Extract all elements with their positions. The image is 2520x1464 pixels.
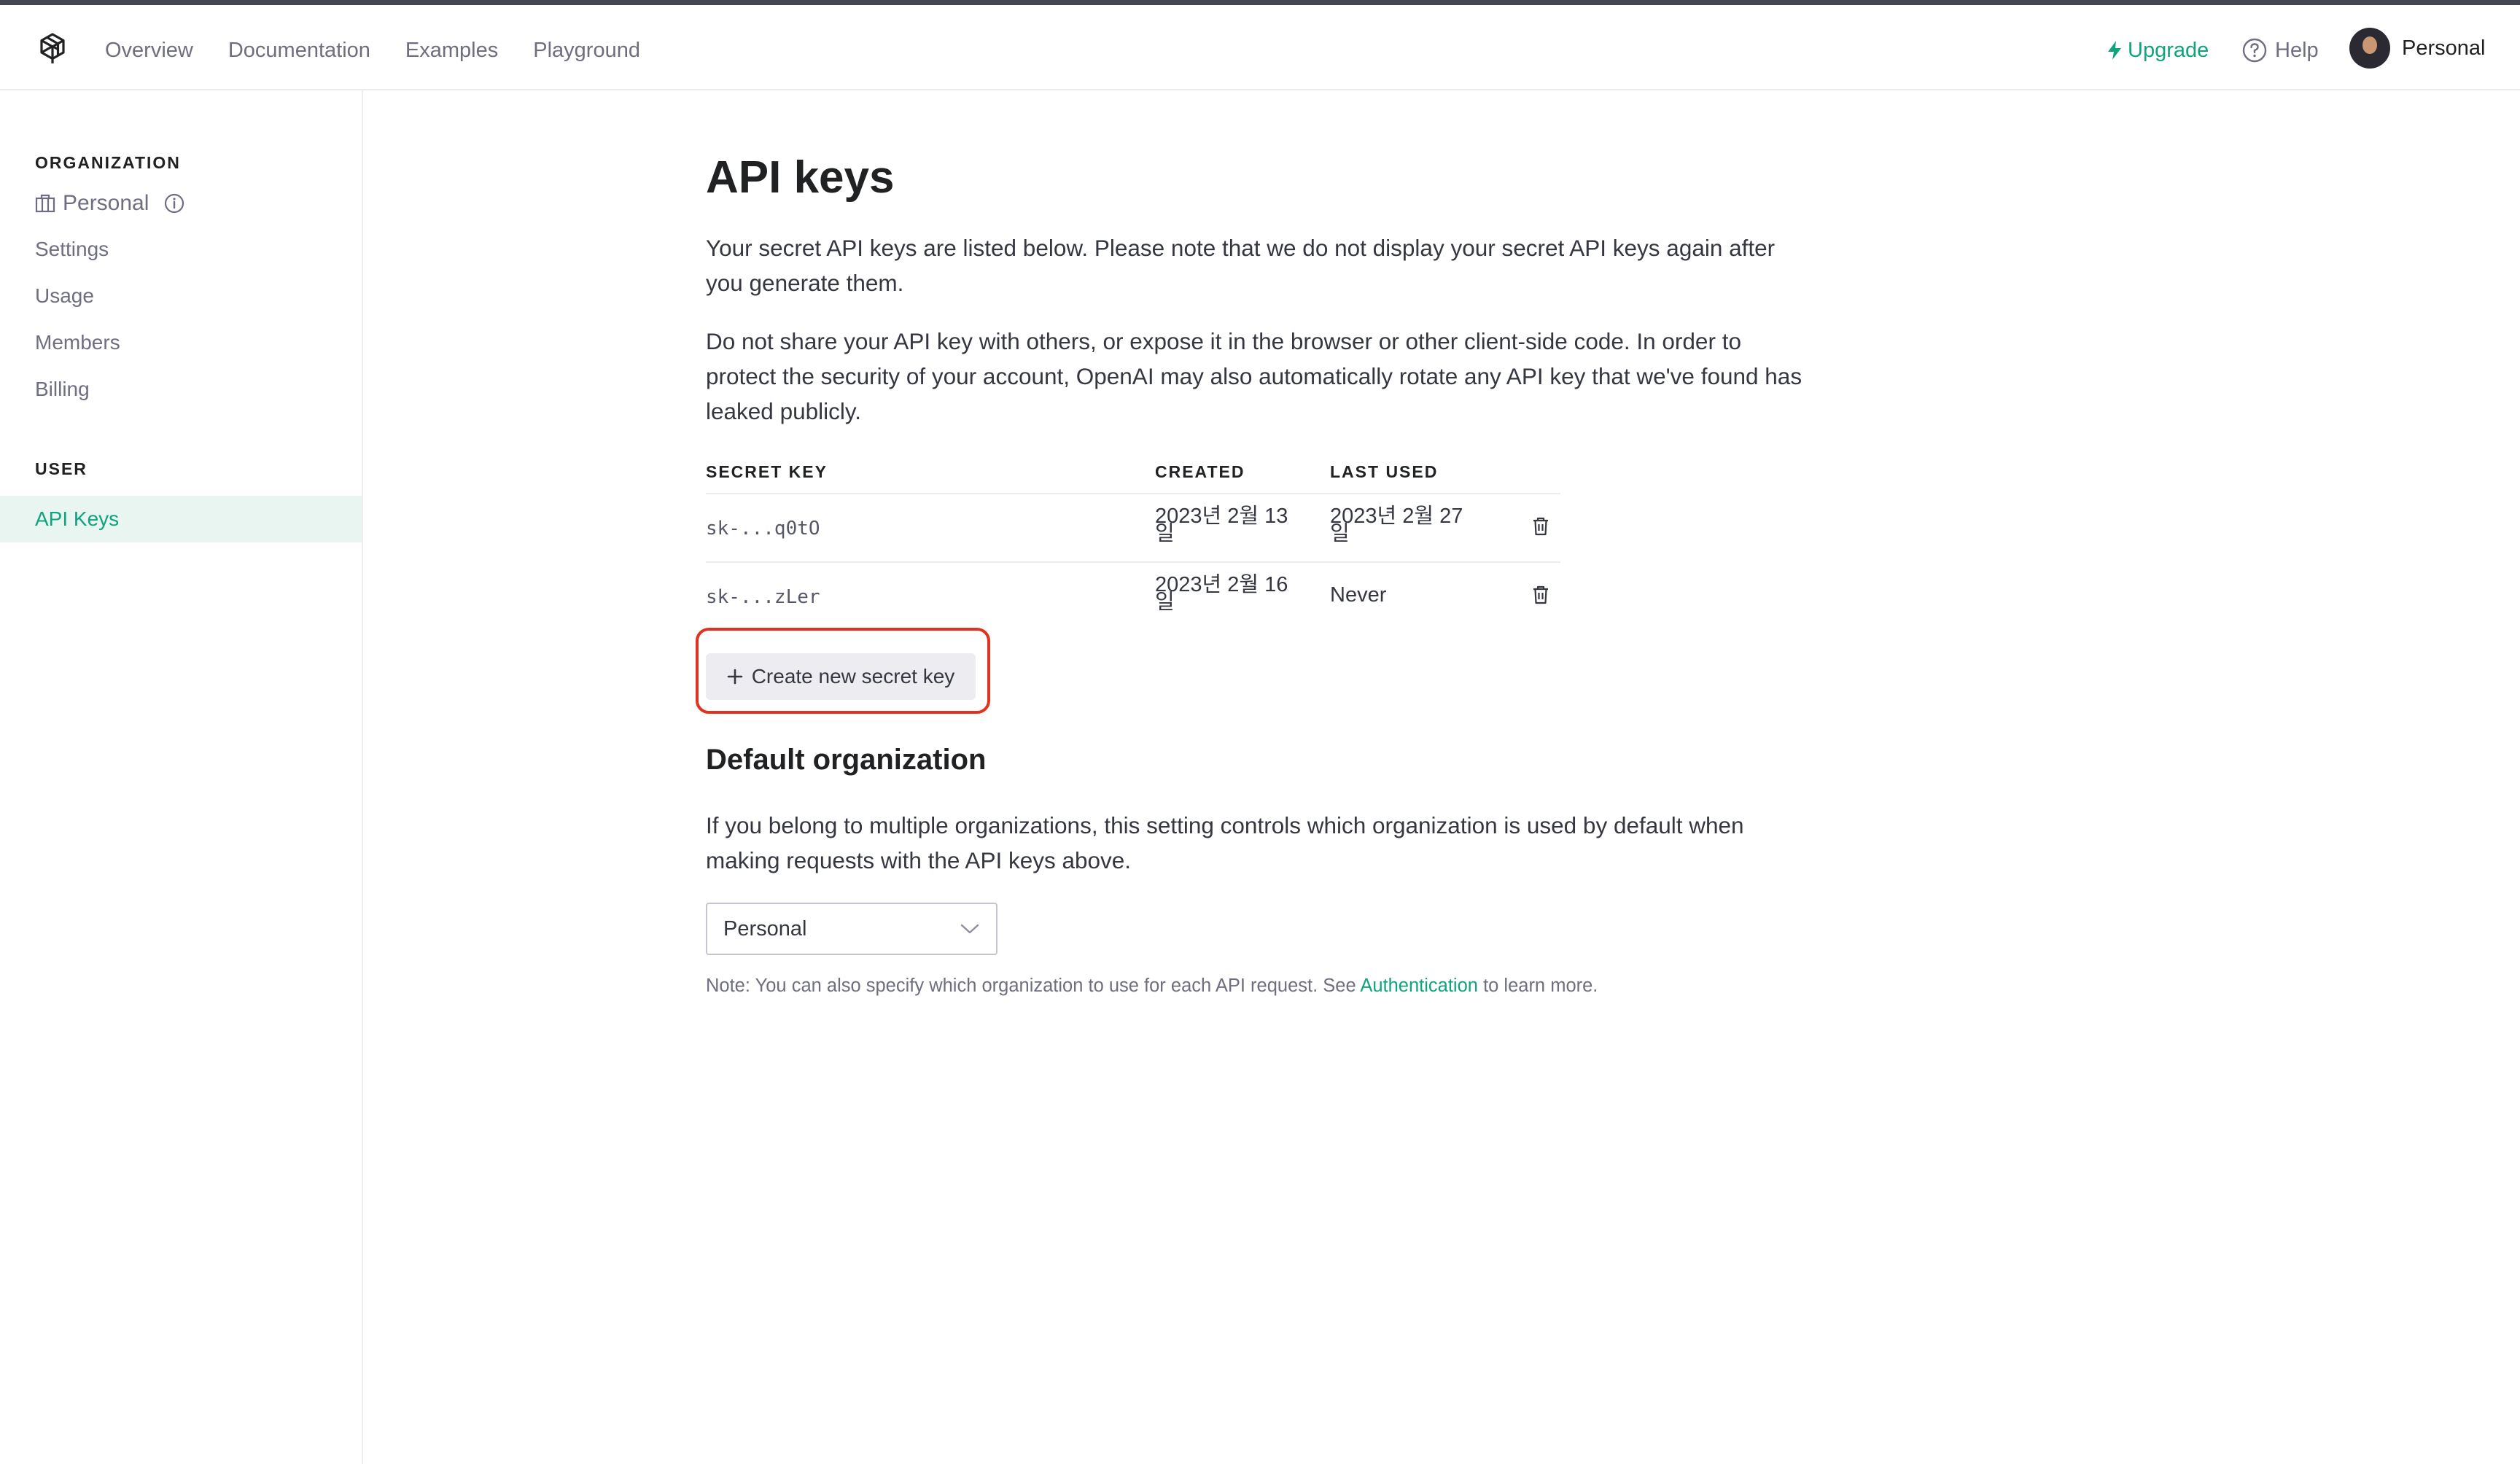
nav-examples[interactable]: Examples (405, 36, 498, 65)
sidebar-org-selector[interactable]: Personal (35, 191, 185, 216)
page-title: API keys (706, 152, 895, 203)
sidebar-org-name: Personal (63, 191, 149, 215)
sidebar-heading-organization: ORGANIZATION (35, 153, 181, 172)
sidebar: ORGANIZATION Personal Settings Usage Mem… (0, 90, 363, 1464)
sidebar-item-members[interactable]: Members (35, 328, 120, 357)
top-border (0, 0, 2520, 5)
default-organization-description: If you belong to multiple organizations,… (706, 812, 1744, 873)
last-used-date: Never (1330, 583, 1387, 607)
sidebar-heading-user: USER (35, 459, 88, 478)
account-name: Personal (2402, 36, 2486, 60)
openai-logo-icon[interactable] (34, 30, 71, 68)
create-new-secret-key-button[interactable]: Create new secret key (706, 653, 976, 700)
lightning-icon (2108, 41, 2121, 60)
account-menu[interactable]: Personal (2349, 28, 2485, 69)
avatar (2349, 28, 2390, 69)
nav-overview[interactable]: Overview (105, 36, 193, 65)
column-header-last-used: LAST USED (1330, 462, 1439, 481)
top-nav: Overview Documentation Examples Playgrou… (0, 5, 2520, 90)
sidebar-item-usage[interactable]: Usage (35, 281, 94, 311)
column-header-secret-key: SECRET KEY (706, 462, 828, 481)
created-date: 2023년 2월 16일 (1155, 573, 1288, 614)
note-suffix: to learn more. (1483, 976, 1598, 996)
authentication-link[interactable]: Authentication (1360, 976, 1478, 996)
intro-text: Your secret API keys are listed below. P… (706, 235, 1776, 296)
column-header-created: CREATED (1155, 462, 1245, 481)
warning-text: Do not share your API key with others, o… (706, 328, 1802, 424)
sidebar-item-label: API Keys (35, 507, 120, 530)
sidebar-item-settings[interactable]: Settings (35, 235, 109, 264)
organization-note: Note: You can also specify which organiz… (706, 971, 1598, 1000)
main-nav: Overview Documentation Examples Playgrou… (105, 36, 640, 65)
sidebar-item-billing[interactable]: Billing (35, 375, 90, 404)
nav-playground[interactable]: Playground (533, 36, 640, 65)
help-link[interactable]: Help (2241, 36, 2319, 65)
upgrade-link[interactable]: Upgrade (2106, 36, 2209, 65)
delete-key-icon[interactable] (1531, 516, 1550, 537)
create-button-label: Create new secret key (751, 665, 955, 688)
nav-documentation[interactable]: Documentation (228, 36, 370, 65)
chevron-down-icon (960, 924, 979, 934)
default-organization-select[interactable]: Personal (706, 903, 998, 955)
plus-icon (727, 669, 743, 685)
note-prefix: Note: You can also specify which organiz… (706, 976, 1356, 996)
secret-key-value: sk-...zLer (706, 586, 820, 608)
info-icon[interactable] (163, 192, 185, 214)
delete-key-icon[interactable] (1531, 585, 1550, 605)
sidebar-item-api-keys[interactable]: API Keys (0, 496, 362, 542)
secret-key-value: sk-...q0tO (706, 518, 820, 540)
select-value: Personal (723, 916, 807, 941)
help-label: Help (2275, 39, 2319, 62)
last-used-date: 2023년 2월 27일 (1330, 505, 1463, 545)
table-divider (706, 493, 1560, 494)
upgrade-label: Upgrade (2128, 39, 2209, 62)
default-organization-heading: Default organization (706, 744, 987, 776)
table-divider (706, 561, 1560, 563)
created-date: 2023년 2월 13일 (1155, 505, 1288, 545)
building-icon (35, 194, 55, 213)
help-circle-icon (2242, 38, 2267, 63)
